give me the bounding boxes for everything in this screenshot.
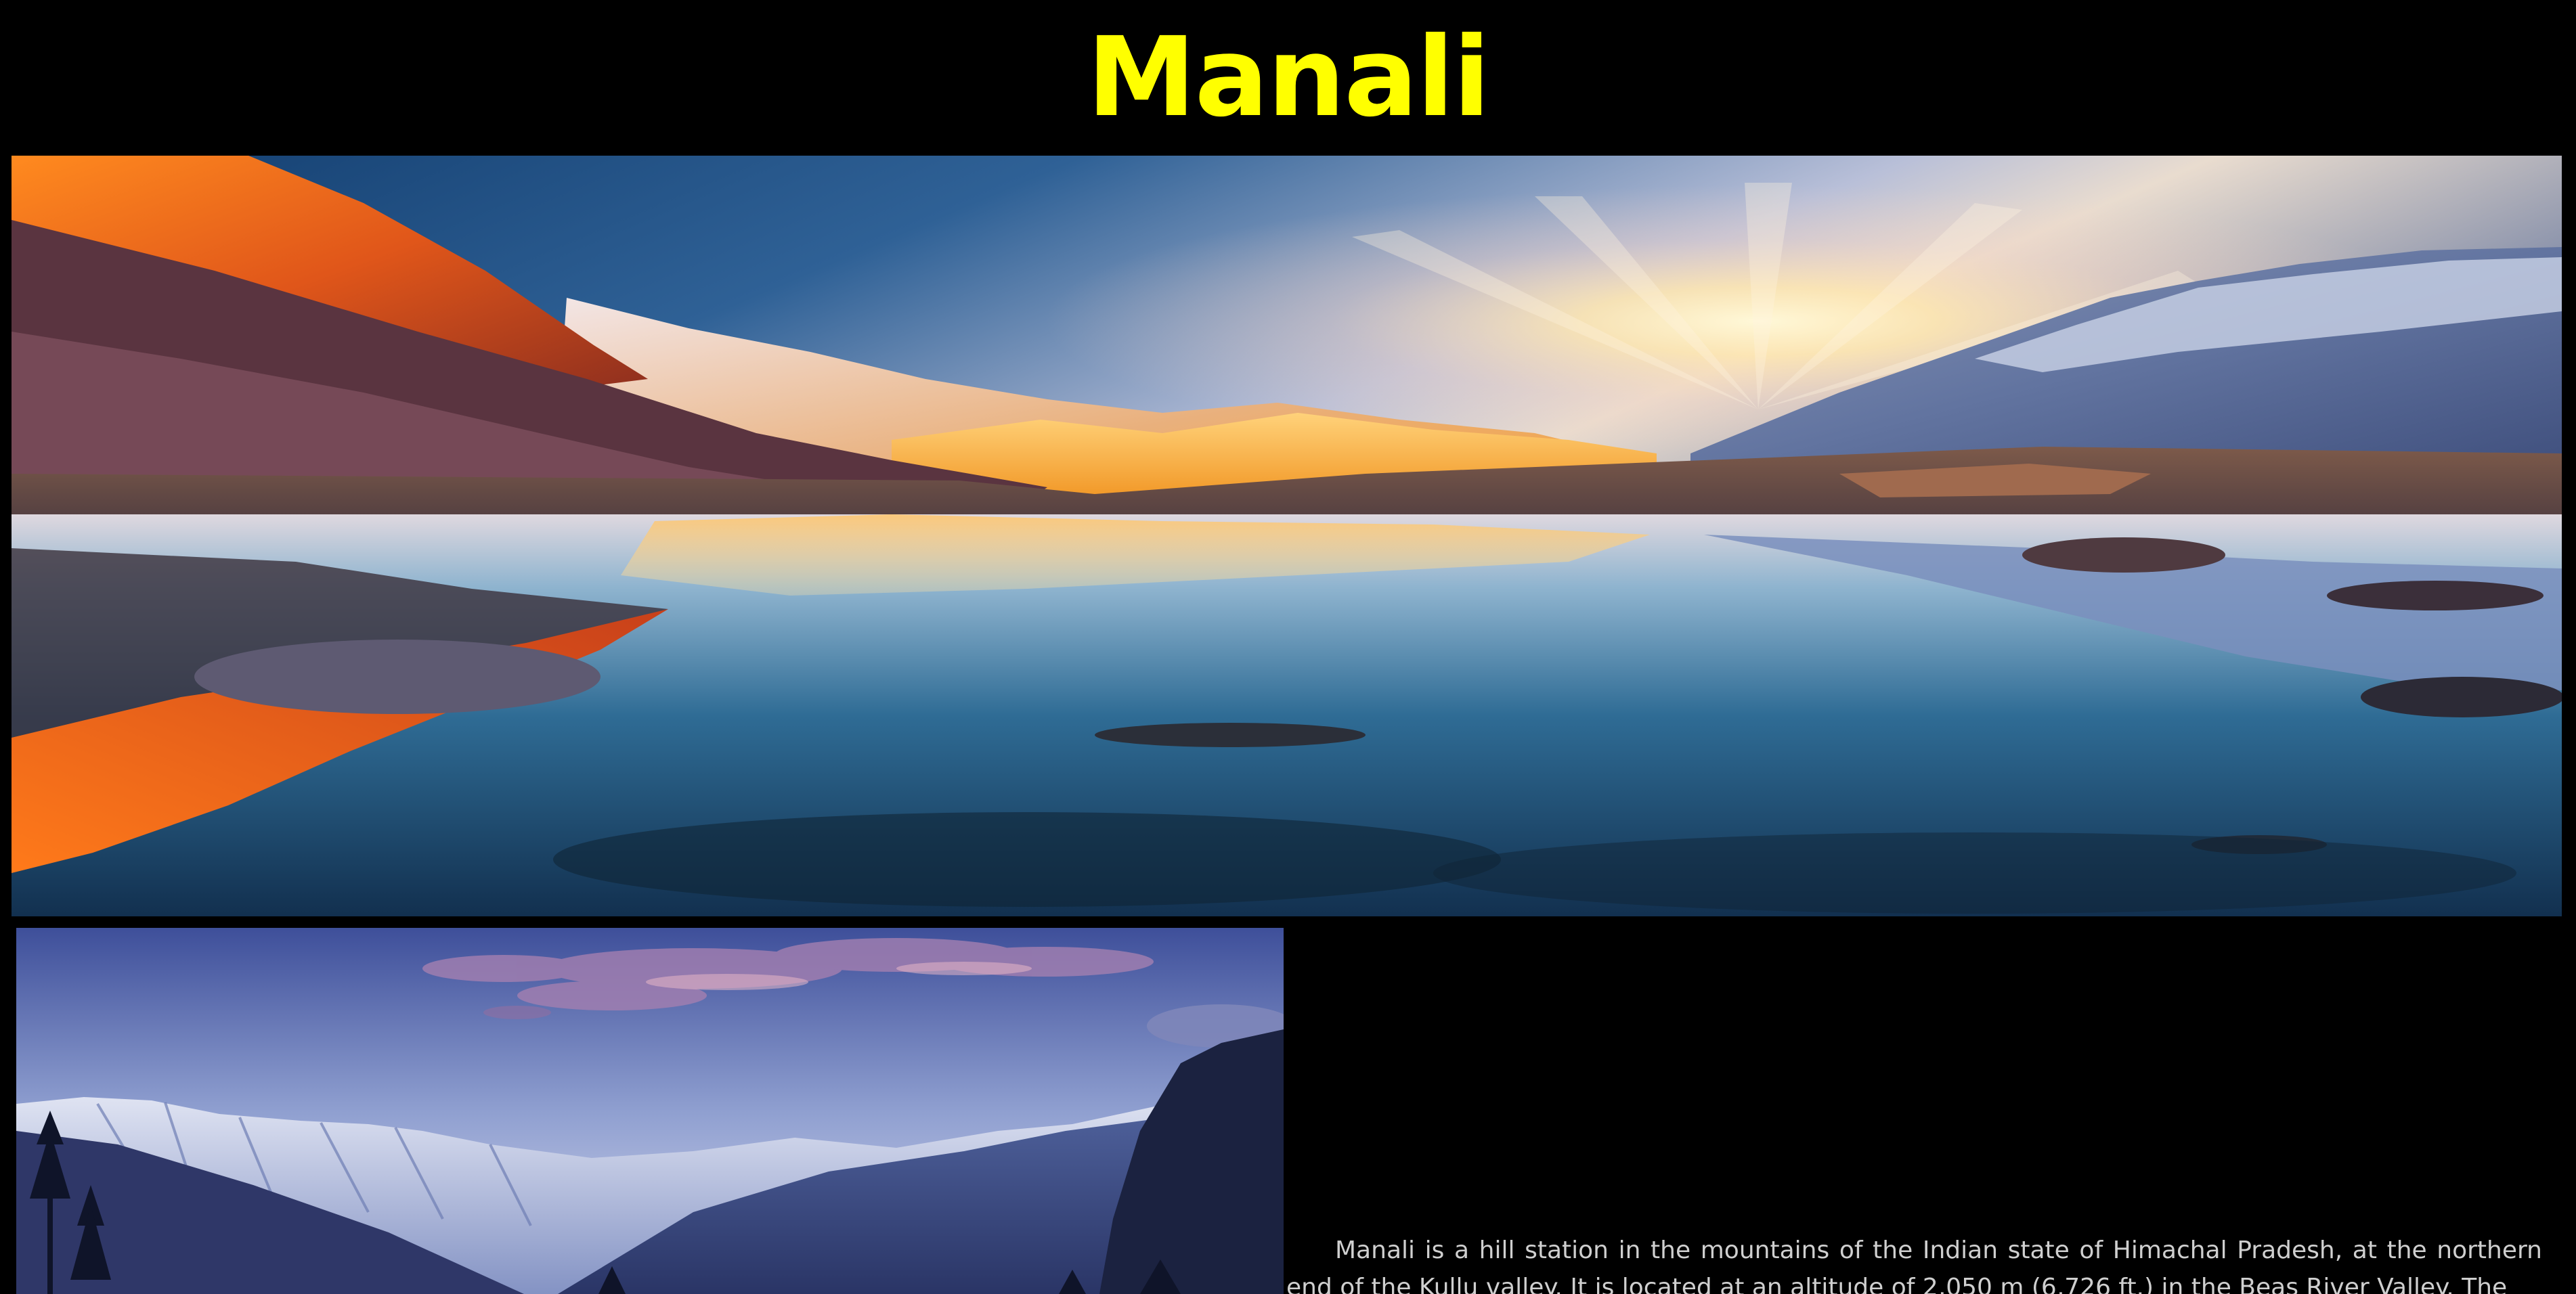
valley-dusk-photo (16, 928, 1284, 1294)
hero-landscape-photo (12, 156, 2562, 916)
page-title: Manali (1087, 14, 1490, 141)
description-paragraph: Manali is a hill station in the mountain… (1286, 1236, 2542, 1294)
